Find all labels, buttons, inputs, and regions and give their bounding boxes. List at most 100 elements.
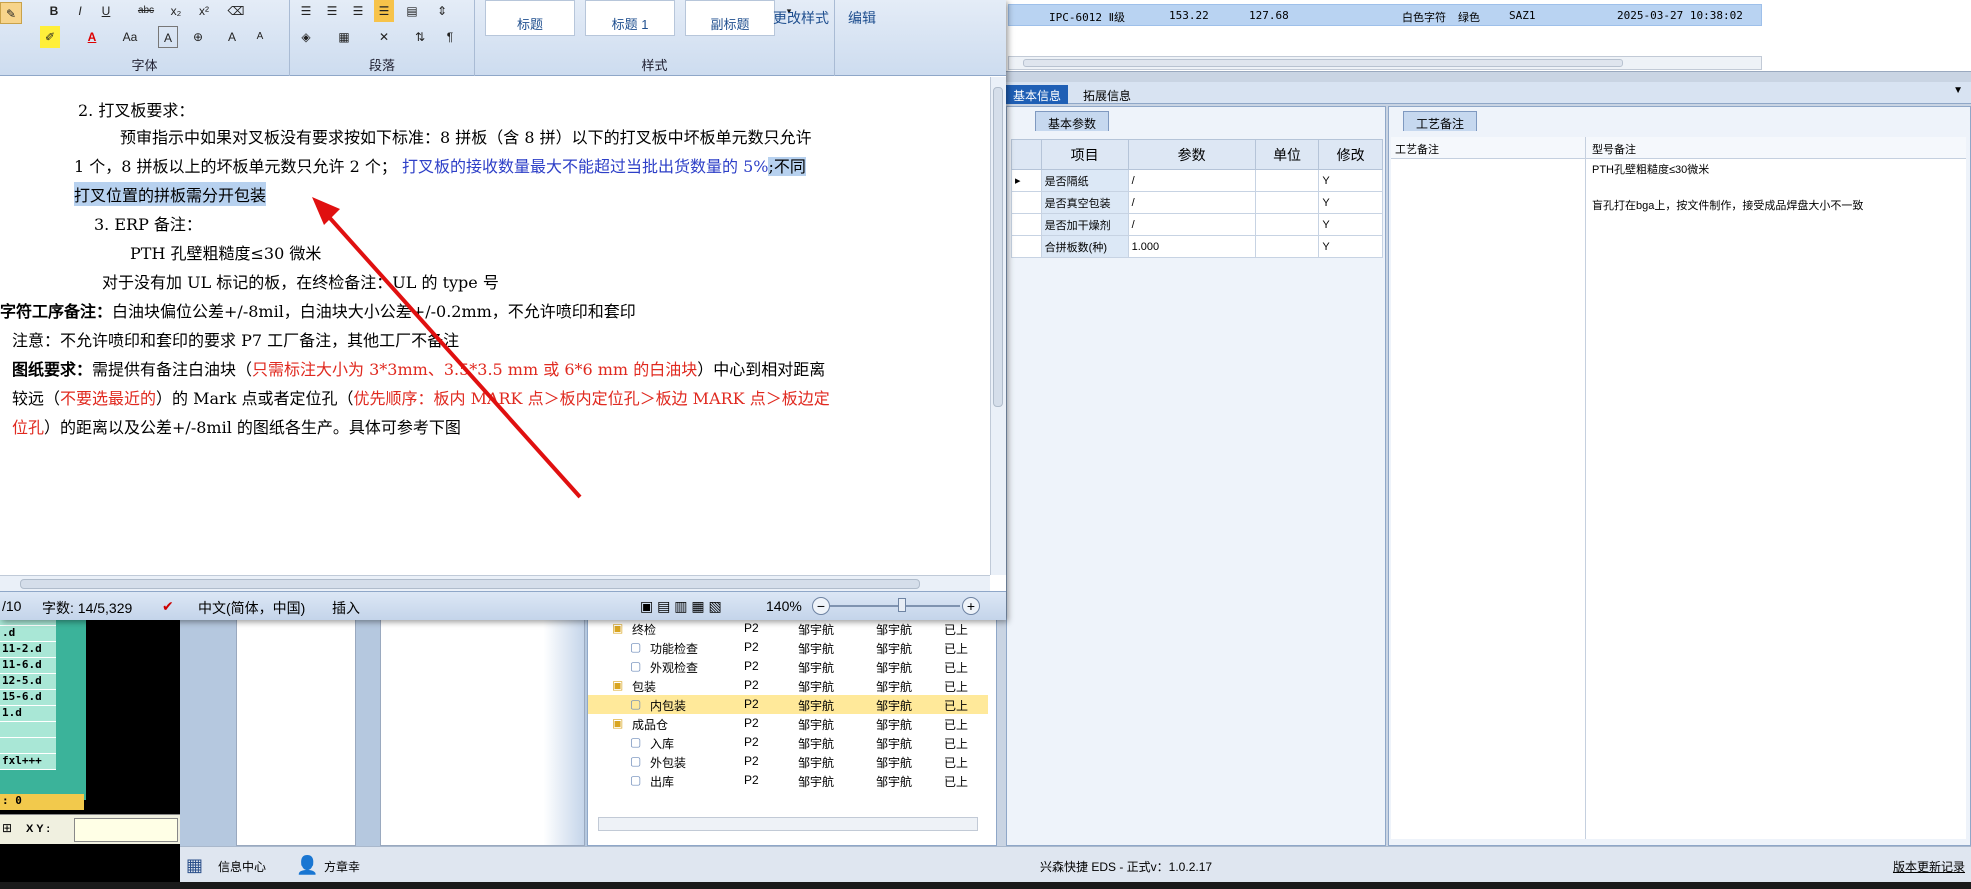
zoom-level[interactable]: 140% (766, 598, 802, 614)
font-color-button[interactable]: A (82, 26, 102, 48)
tree-row[interactable]: ▢ 功能检查 P2 邹宇航 邹宇航 已上 (588, 638, 988, 657)
col-modify[interactable]: 修改 (1318, 139, 1383, 170)
list-item[interactable]: .d (0, 626, 56, 642)
cell-param[interactable]: / (1127, 169, 1256, 192)
list-item[interactable]: 1.d (0, 706, 56, 722)
grow-font-button[interactable]: A (222, 26, 242, 48)
update-log-link[interactable]: 版本更新记录 (1893, 858, 1965, 875)
table-row[interactable]: ▸ 是否隔纸 / Y (1011, 169, 1383, 192)
col-craft-notes[interactable]: 工艺备注 (1395, 141, 1439, 157)
format-painter-icon[interactable]: ✎ (0, 2, 22, 24)
sort-icon[interactable]: ⇅ (410, 26, 430, 48)
cell-mod[interactable]: Y (1318, 191, 1383, 214)
tree-row[interactable]: ▣ 终检 P2 邹宇航 邹宇航 已上 (588, 619, 988, 638)
user-icon[interactable]: 👤 (296, 855, 318, 876)
asian-layout-icon[interactable]: ✕ (374, 26, 394, 48)
zoom-slider-thumb[interactable] (898, 598, 906, 612)
cell-mod[interactable]: Y (1318, 213, 1383, 236)
tab-basic-params[interactable]: 基本参数 (1035, 111, 1110, 131)
align-right-icon[interactable]: ☰ (348, 0, 368, 22)
distributed-icon[interactable]: ▤ (402, 0, 422, 22)
tree-row[interactable]: ▣ 成品仓 P2 邹宇航 邹宇航 已上 (588, 714, 988, 733)
style-heading[interactable]: 标题 (485, 0, 575, 36)
info-center-link[interactable]: 信息中心 (218, 858, 266, 875)
shrink-font-button[interactable]: A (250, 26, 270, 48)
line-spacing-icon[interactable]: ⇕ (432, 0, 452, 22)
borders-icon[interactable]: ▦ (334, 26, 354, 48)
col-unit[interactable]: 单位 (1254, 139, 1320, 170)
edit-button[interactable]: 编辑 (848, 8, 876, 28)
vscroll-thumb[interactable] (993, 87, 1003, 407)
doc-vertical-scrollbar[interactable] (990, 77, 1006, 575)
change-styles-button[interactable]: 更改样式 (773, 8, 829, 28)
style-subtitle[interactable]: 副标题 (685, 0, 775, 36)
notes-body[interactable]: PTH孔壁粗糙度≤30微米 盲孔打在bga上，按文件制作，接受成品焊盘大小不一致 (1391, 159, 1966, 839)
hscroll-thumb[interactable] (20, 579, 920, 589)
char-border-button[interactable]: A (158, 26, 178, 48)
grid-icon[interactable]: ⊞ (2, 821, 12, 835)
justify-icon[interactable]: ☰ (374, 0, 394, 22)
xy-input[interactable] (74, 818, 178, 842)
tree-row[interactable]: ▣ 包装 P2 邹宇航 邹宇航 已上 (588, 676, 988, 695)
cell-mod[interactable]: Y (1318, 235, 1383, 258)
shading-icon[interactable]: ◈ (296, 26, 316, 48)
tree-row[interactable]: ▢ 出库 P2 邹宇航 邹宇航 已上 (588, 771, 988, 790)
superscript-button[interactable]: x² (194, 0, 214, 22)
info-center-icon[interactable]: ▦ (186, 855, 203, 876)
list-item[interactable]: 12-5.d (0, 674, 56, 690)
zoom-slider[interactable] (830, 605, 960, 607)
tab-extended-info[interactable]: 拓展信息 (1076, 85, 1138, 104)
tab-craft-notes[interactable]: 工艺备注 (1403, 111, 1478, 131)
align-left-icon[interactable]: ☰ (296, 0, 316, 22)
insert-mode[interactable]: 插入 (332, 598, 360, 618)
zoom-in-button[interactable]: + (962, 597, 980, 615)
cell-param[interactable]: / (1127, 191, 1256, 214)
grid-horizontal-scrollbar[interactable] (1008, 56, 1762, 70)
col-model-notes[interactable]: 型号备注 (1592, 141, 1636, 157)
change-case-button[interactable]: Aa (120, 26, 140, 48)
col-item[interactable]: 项目 (1040, 139, 1129, 170)
tree-row[interactable]: ▢ 外包装 P2 邹宇航 邹宇航 已上 (588, 752, 988, 771)
word-count[interactable]: 字数: 14/5,329 (42, 598, 132, 618)
style-heading-1[interactable]: 标题 1 (585, 0, 675, 36)
zoom-out-button[interactable]: − (812, 597, 830, 615)
tabbar-dropdown-icon[interactable]: ▼ (1953, 85, 1963, 96)
list-item[interactable]: fxl+++ (0, 754, 56, 770)
cell-mod[interactable]: Y (1318, 169, 1383, 192)
grid-row-selected[interactable]: IPC-6012 Ⅱ级 153.22 127.68 白色字符 绿色 SAZ1 2… (1008, 4, 1762, 26)
cell-unit[interactable] (1254, 169, 1320, 192)
list-item[interactable] (0, 722, 56, 738)
col-param[interactable]: 参数 (1127, 139, 1256, 170)
bold-button[interactable]: B (44, 0, 64, 22)
cell-unit[interactable] (1254, 235, 1320, 258)
tree-row[interactable]: ▢ 内包装 P2 邹宇航 邹宇航 已上 (588, 695, 988, 714)
show-marks-icon[interactable]: ¶ (440, 26, 460, 48)
doc-horizontal-scrollbar[interactable] (0, 575, 990, 591)
align-center-icon[interactable]: ☰ (322, 0, 342, 22)
view-buttons-icon[interactable]: ▣ ▤ ▥ ▦ ▧ (640, 598, 722, 615)
cell-unit[interactable] (1254, 213, 1320, 236)
highlight-icon[interactable]: ✐ (40, 26, 60, 48)
tab-basic-info[interactable]: 基本信息 (1006, 85, 1069, 104)
underline-button[interactable]: U (96, 0, 116, 22)
cell-param[interactable]: / (1127, 213, 1256, 236)
list-item[interactable] (0, 738, 56, 754)
grid-scroll-thumb[interactable] (1023, 59, 1623, 67)
language[interactable]: 中文(简体，中国) (198, 598, 305, 618)
table-row[interactable]: 是否加干燥剂 / Y (1011, 213, 1383, 236)
list-item[interactable]: 11-6.d (0, 658, 56, 674)
proofing-icon[interactable]: ✔ (162, 598, 174, 615)
list-item[interactable]: 15-6.d (0, 690, 56, 706)
document-body[interactable]: 2. 打叉板要求： 预审指示中如果对叉板没有要求按如下标准：8 拼板（含 8 拼… (0, 77, 990, 575)
subscript-button[interactable]: x₂ (166, 0, 186, 22)
user-name[interactable]: 方章幸 (324, 858, 360, 875)
clear-format-icon[interactable]: ⌫ (226, 0, 246, 22)
tree-horizontal-scrollbar[interactable] (598, 817, 978, 831)
page-count[interactable]: /10 (2, 598, 21, 614)
cell-param[interactable]: 1.000 (1127, 235, 1256, 258)
table-row[interactable]: 是否真空包装 / Y (1011, 191, 1383, 214)
list-item[interactable]: 11-2.d (0, 642, 56, 658)
strikethrough-button[interactable]: abc (136, 0, 156, 22)
cell-unit[interactable] (1254, 191, 1320, 214)
table-row[interactable]: 合拼板数(种) 1.000 Y (1011, 235, 1383, 258)
